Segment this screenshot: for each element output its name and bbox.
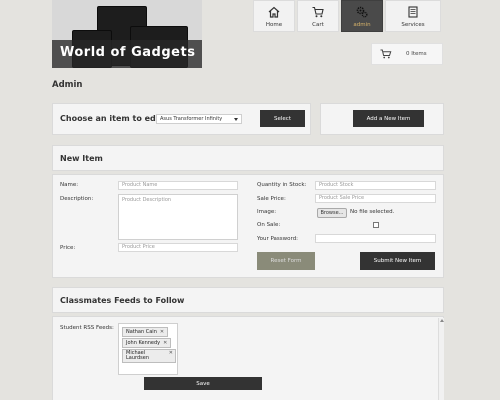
page-title: Admin bbox=[52, 80, 83, 90]
nav-home-label: Home bbox=[265, 22, 283, 28]
cart-summary[interactable]: 0 Items bbox=[371, 43, 443, 65]
cart-icon bbox=[380, 49, 392, 59]
remove-tag-icon[interactable]: ✕ bbox=[160, 329, 164, 335]
feed-tag: Nathan Cain ✕ bbox=[122, 327, 169, 337]
cart-icon bbox=[312, 6, 324, 18]
name-label: Name: bbox=[60, 182, 79, 188]
name-input[interactable]: Product Name bbox=[118, 181, 238, 190]
remove-tag-icon[interactable]: ✕ bbox=[163, 340, 167, 346]
browse-button[interactable]: Browse... bbox=[317, 208, 347, 218]
file-status: No file selected. bbox=[350, 209, 395, 215]
logo-title: World of Gadgets bbox=[60, 45, 196, 60]
rss-feeds-label: Student RSS Feeds: bbox=[60, 325, 114, 331]
new-item-title: New Item bbox=[60, 154, 103, 163]
feed-tag-label: Nathan Cain bbox=[126, 329, 157, 335]
main-nav: Home Cart admin Services bbox=[253, 0, 441, 32]
nav-home[interactable]: Home bbox=[253, 0, 295, 32]
select-button[interactable]: Select bbox=[260, 110, 305, 127]
nav-cart-label: Cart bbox=[312, 22, 324, 28]
choose-item-label: Choose an item to edit: bbox=[60, 114, 166, 123]
password-input[interactable] bbox=[315, 234, 436, 243]
submit-new-item-button[interactable]: Submit New Item bbox=[360, 252, 435, 270]
quantity-label: Quantity in Stock: bbox=[257, 182, 307, 188]
price-input[interactable]: Product Price bbox=[118, 243, 238, 252]
item-select[interactable]: Asus Transformer Infinity bbox=[156, 114, 242, 124]
feed-tag-label: Michael Laurdsen bbox=[126, 350, 150, 361]
description-textarea[interactable]: Product Description bbox=[118, 194, 238, 240]
password-label: Your Password: bbox=[257, 236, 299, 242]
sale-price-label: Sale Price: bbox=[257, 196, 286, 202]
gears-icon bbox=[356, 6, 368, 18]
quantity-input[interactable]: Product Stock bbox=[315, 181, 436, 190]
on-sale-label: On Sale: bbox=[257, 222, 281, 228]
nav-admin[interactable]: admin bbox=[341, 0, 383, 32]
reset-form-button[interactable]: Reset Form bbox=[257, 252, 315, 270]
document-icon bbox=[408, 6, 418, 18]
new-item-header bbox=[52, 145, 444, 171]
feeds-title: Classmates Feeds to Follow bbox=[60, 296, 185, 305]
item-select-value: Asus Transformer Infinity bbox=[160, 116, 223, 122]
nav-cart[interactable]: Cart bbox=[297, 0, 339, 32]
save-button[interactable]: Save bbox=[144, 377, 262, 390]
nav-services-label: Services bbox=[401, 22, 425, 28]
price-label: Price: bbox=[60, 245, 76, 251]
cart-count: 0 Items bbox=[406, 51, 427, 57]
feed-tag-label: John Kennedy bbox=[126, 340, 161, 346]
description-label: Description: bbox=[60, 196, 94, 202]
sale-price-input[interactable]: Product Sale Price bbox=[315, 194, 436, 203]
chevron-down-icon bbox=[234, 118, 238, 121]
feed-tag: John Kennedy ✕ bbox=[122, 338, 172, 348]
on-sale-checkbox[interactable] bbox=[373, 222, 379, 228]
nav-services[interactable]: Services bbox=[385, 0, 441, 32]
add-item-button[interactable]: Add a New Item bbox=[353, 110, 424, 127]
scroll-up-icon[interactable] bbox=[440, 319, 444, 322]
remove-tag-icon[interactable]: ✕ bbox=[169, 351, 173, 356]
nav-admin-label: admin bbox=[353, 22, 371, 28]
rss-feeds-field[interactable]: Nathan Cain ✕ John Kennedy ✕ Michael Laurd… bbox=[118, 323, 178, 375]
scrollbar[interactable] bbox=[438, 318, 444, 400]
feed-tag: Michael Laurdsen ✕ bbox=[122, 349, 176, 363]
image-label: Image: bbox=[257, 209, 277, 215]
site-logo[interactable]: World of Gadgets bbox=[52, 0, 202, 68]
home-icon bbox=[268, 6, 280, 18]
